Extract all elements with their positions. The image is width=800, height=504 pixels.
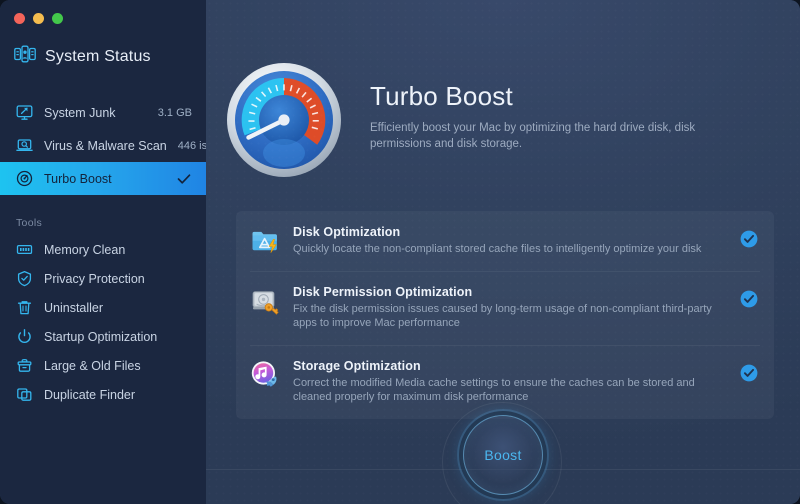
- sidebar-item-label: Privacy Protection: [44, 272, 192, 286]
- sidebar-item-memory-clean[interactable]: Memory Clean: [0, 235, 206, 264]
- shield-check-icon: [16, 270, 33, 287]
- check-circle-icon[interactable]: [740, 364, 758, 382]
- main-content: Turbo Boost Efficiently boost your Mac b…: [206, 0, 800, 504]
- check-circle-icon[interactable]: [740, 230, 758, 248]
- hard-disk-key-icon: [250, 286, 280, 316]
- sidebar-item-startup-optimization[interactable]: Startup Optimization: [0, 322, 206, 351]
- speedometer-gauge-icon: [224, 60, 344, 185]
- tools-section-label: Tools: [16, 217, 42, 229]
- page-subtitle: Efficiently boost your Mac by optimizing…: [370, 120, 710, 152]
- boost-button[interactable]: Boost: [463, 415, 543, 495]
- tools-nav: Memory Clean Privacy Protection: [0, 235, 206, 409]
- sidebar-item-large-old-files[interactable]: Large & Old Files: [0, 351, 206, 380]
- monitor-arrow-icon: [16, 104, 33, 121]
- selected-check-icon: [176, 171, 192, 187]
- itunes-rocket-icon: [250, 360, 280, 390]
- check-circle-icon[interactable]: [740, 290, 758, 308]
- trash-icon: [16, 299, 33, 316]
- sidebar-item-label: Large & Old Files: [44, 359, 192, 373]
- sidebar-item-label: Memory Clean: [44, 243, 192, 257]
- sidebar-item-privacy-protection[interactable]: Privacy Protection: [0, 264, 206, 293]
- list-item[interactable]: Disk Optimization Quickly locate the non…: [236, 211, 774, 271]
- speedometer-icon: [16, 170, 33, 187]
- sidebar-item-label: Turbo Boost: [44, 172, 165, 186]
- system-status-icon: [14, 45, 36, 68]
- sidebar-item-label: Uninstaller: [44, 301, 192, 315]
- close-button[interactable]: [14, 13, 25, 24]
- sidebar-item-label: Virus & Malware Scan: [44, 139, 167, 153]
- list-item[interactable]: Storage Optimization Correct the modifie…: [236, 345, 774, 419]
- list-item-description: Quickly locate the non-compliant stored …: [293, 242, 717, 257]
- page-title: Turbo Boost: [370, 81, 710, 112]
- list-item[interactable]: Disk Permission Optimization Fix the dis…: [236, 271, 774, 345]
- sidebar-item-duplicate-finder[interactable]: Duplicate Finder: [0, 380, 206, 409]
- traffic-lights: [14, 13, 63, 24]
- list-item-description: Correct the modified Media cache setting…: [293, 376, 717, 405]
- list-item-body: Storage Optimization Correct the modifie…: [293, 359, 727, 405]
- memory-chip-icon: [16, 241, 33, 258]
- app-window: System Status System Junk 3.1 GB: [0, 0, 800, 504]
- list-item-title: Storage Optimization: [293, 359, 717, 373]
- sidebar-item-label: System Junk: [44, 106, 147, 120]
- hero: Turbo Boost Efficiently boost your Mac b…: [224, 60, 710, 185]
- sidebar-nav: System Junk 3.1 GB Virus & Malware Scan …: [0, 96, 206, 195]
- laptop-search-icon: [16, 137, 33, 154]
- sidebar-item-system-junk[interactable]: System Junk 3.1 GB: [0, 96, 206, 129]
- sidebar-item-turbo-boost[interactable]: Turbo Boost: [0, 162, 206, 195]
- brand: System Status: [14, 45, 151, 68]
- hero-text: Turbo Boost Efficiently boost your Mac b…: [370, 60, 710, 152]
- list-item-title: Disk Optimization: [293, 225, 717, 239]
- list-item-title: Disk Permission Optimization: [293, 285, 717, 299]
- sidebar-item-virus-malware-scan[interactable]: Virus & Malware Scan 446 issues: [0, 129, 206, 162]
- boost-button-label: Boost: [484, 447, 521, 463]
- sidebar-item-meta: 3.1 GB: [158, 107, 192, 119]
- sidebar-item-uninstaller[interactable]: Uninstaller: [0, 293, 206, 322]
- list-item-description: Fix the disk permission issues caused by…: [293, 302, 717, 331]
- zoom-button[interactable]: [52, 13, 63, 24]
- applications-folder-bolt-icon: [250, 226, 280, 256]
- minimize-button[interactable]: [33, 13, 44, 24]
- sidebar: System Status System Junk 3.1 GB: [0, 0, 206, 504]
- optimization-list: Disk Optimization Quickly locate the non…: [236, 211, 774, 419]
- copy-files-icon: [16, 386, 33, 403]
- archive-box-icon: [16, 357, 33, 374]
- sidebar-item-label: Startup Optimization: [44, 330, 192, 344]
- brand-title: System Status: [45, 48, 151, 66]
- list-item-body: Disk Permission Optimization Fix the dis…: [293, 285, 727, 331]
- sidebar-item-label: Duplicate Finder: [44, 388, 192, 402]
- power-icon: [16, 328, 33, 345]
- list-item-body: Disk Optimization Quickly locate the non…: [293, 225, 727, 257]
